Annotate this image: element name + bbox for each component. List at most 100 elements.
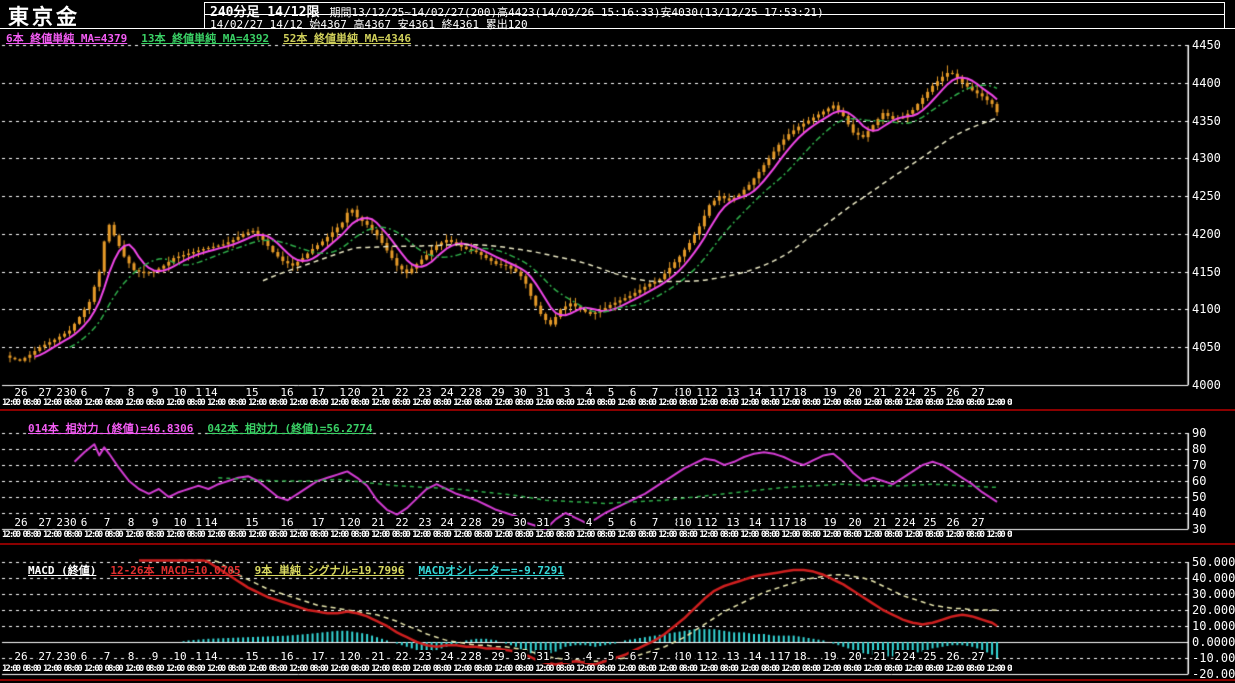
date-tick-label: 6 (628, 650, 638, 663)
panel-separator (0, 679, 1235, 681)
time-axis-rsi: 12:00 08:00 12:00 08:00 12:00 08:00 12:0… (2, 530, 1012, 540)
macd-tick-label: -10.0000 (1192, 651, 1235, 665)
date-tick-label: 30 (62, 650, 78, 663)
date-tick-label: 12 (703, 516, 719, 529)
macd-signal-legend-link[interactable]: 9本 単純 シグナル=19.7996 (255, 564, 405, 577)
macd-osc-legend-link[interactable]: MACDオシレーター=-9.7291 (418, 564, 563, 577)
date-tick-label: 4 (584, 650, 594, 663)
date-tick-label: 20 (847, 516, 863, 529)
date-tick-label: 28 (467, 650, 483, 663)
date-tick-label: 7 (102, 650, 112, 663)
price-tick-label: 4150 (1192, 264, 1221, 279)
date-tick-label: 15 (244, 650, 260, 663)
date-axis-rsi: 2627283067891011141516171820212223242728… (0, 516, 1190, 529)
price-tick-label: 4200 (1192, 226, 1221, 241)
ma52-legend-link[interactable]: 52本 終値単純 MA=4346 (283, 32, 411, 45)
date-tick-label: 13 (725, 516, 741, 529)
date-tick-label: 15 (244, 516, 260, 529)
date-tick-label: 31 (535, 516, 551, 529)
date-tick-label: 10 (677, 650, 693, 663)
date-tick-label: 10 (677, 516, 693, 529)
date-tick-label: 17 (776, 650, 792, 663)
date-tick-label: 26 (13, 650, 29, 663)
rsi-tick-label: 50 (1192, 490, 1207, 504)
ma-legend: 6本 終値単純 MA=4379 13本 終値単純 MA=4392 52本 終値単純 … (6, 30, 425, 46)
rsi42-legend-link[interactable]: 042本 相対力 (終値)=56.2774 (207, 422, 372, 435)
date-tick-label: 27 (970, 650, 986, 663)
ma6-legend-link[interactable]: 6本 終値単純 MA=4379 (6, 32, 127, 45)
date-tick-label: 8 (126, 650, 136, 663)
date-tick-label: 14 (203, 650, 219, 663)
date-tick-label: 19 (822, 516, 838, 529)
macd-tick-label: 10.0000 (1192, 619, 1235, 633)
date-tick-label: 21 (872, 650, 888, 663)
macd-tick-label: 30.0000 (1192, 587, 1235, 601)
date-tick-label: 9 (150, 650, 160, 663)
date-tick-label: 29 (490, 516, 506, 529)
price-tick-label: 4400 (1192, 75, 1221, 90)
date-tick-label: 18 (792, 516, 808, 529)
date-tick-label: 27 (37, 516, 53, 529)
chart-window: 東京金 240分足 14/12限 期間13/12/25~14/02/27(200)… (0, 0, 1235, 683)
date-tick-label: 30 (512, 650, 528, 663)
date-tick-label: 16 (279, 650, 295, 663)
date-tick-label: 14 (747, 650, 763, 663)
date-tick-label: 8 (126, 516, 136, 529)
ma13-legend-link[interactable]: 13本 終値単純 MA=4392 (141, 32, 269, 45)
date-tick-label: 31 (535, 650, 551, 663)
date-tick-label: 20 (346, 650, 362, 663)
date-tick-label: 18 (792, 650, 808, 663)
macd-line-legend-link[interactable]: 12-26本 MACD=10.0705 (110, 564, 240, 577)
date-tick-label: 23 (417, 516, 433, 529)
date-tick-label: 17 (310, 516, 326, 529)
date-tick-label: 20 (346, 516, 362, 529)
rsi14-legend-link[interactable]: 014本 相対力 (終値)=46.8306 (28, 422, 193, 435)
date-tick-label: 27 (37, 650, 53, 663)
macd-tick-label: 0.0000 (1192, 635, 1235, 649)
header-border-left (204, 2, 205, 28)
time-axis-main: 12:00 08:00 12:00 08:00 12:00 08:00 12:0… (2, 398, 1012, 408)
date-tick-label: 6 (79, 650, 89, 663)
date-tick-label: 10 (172, 516, 188, 529)
date-tick-label: 28 (467, 516, 483, 529)
date-tick-label: 30 (512, 516, 528, 529)
date-tick-label: 16 (279, 516, 295, 529)
date-tick-label: 3 (562, 650, 572, 663)
rsi-tick-label: 70 (1192, 458, 1207, 472)
rsi-tick-label: 80 (1192, 442, 1207, 456)
header-border-top (205, 2, 1224, 3)
date-tick-label: 14 (747, 516, 763, 529)
date-tick-label: 6 (628, 516, 638, 529)
instrument-title: 東京金 (8, 5, 80, 29)
macd-tick-label: 50.0000 (1192, 555, 1235, 569)
date-tick-label: 30 (62, 516, 78, 529)
price-tick-label: 4250 (1192, 189, 1221, 204)
date-tick-label: 9 (150, 516, 160, 529)
date-tick-label: 25 (922, 650, 938, 663)
panel-separator (0, 409, 1235, 411)
date-tick-label: 20 (847, 650, 863, 663)
date-axis-macd: 2627283067891011141516171820212223242728… (0, 650, 1190, 663)
date-tick-label: 12 (703, 650, 719, 663)
date-tick-label: 19 (822, 650, 838, 663)
rsi-tick-label: 60 (1192, 474, 1207, 488)
date-tick-label: 7 (650, 516, 660, 529)
date-tick-label: 27 (970, 516, 986, 529)
date-tick-label: 26 (13, 516, 29, 529)
date-tick-label: 24 (439, 516, 455, 529)
date-tick-label: 24 (901, 650, 917, 663)
date-tick-label: 17 (776, 516, 792, 529)
date-tick-label: 24 (439, 650, 455, 663)
date-tick-label: 7 (650, 650, 660, 663)
price-tick-label: 4050 (1192, 340, 1221, 355)
date-tick-label: 22 (394, 516, 410, 529)
macd-title-label: MACD (終値) (28, 564, 97, 577)
macd-tick-label: 20.0000 (1192, 603, 1235, 617)
price-tick-label: 4300 (1192, 151, 1221, 166)
price-tick-label: 4350 (1192, 113, 1221, 128)
price-tick-label: 4450 (1192, 38, 1221, 52)
date-tick-label: 26 (945, 650, 961, 663)
macd-legend: MACD (終値) 12-26本 MACD=10.0705 9本 単純 シグナル=1… (28, 562, 578, 578)
date-tick-label: 10 (172, 650, 188, 663)
date-tick-label: 21 (370, 516, 386, 529)
